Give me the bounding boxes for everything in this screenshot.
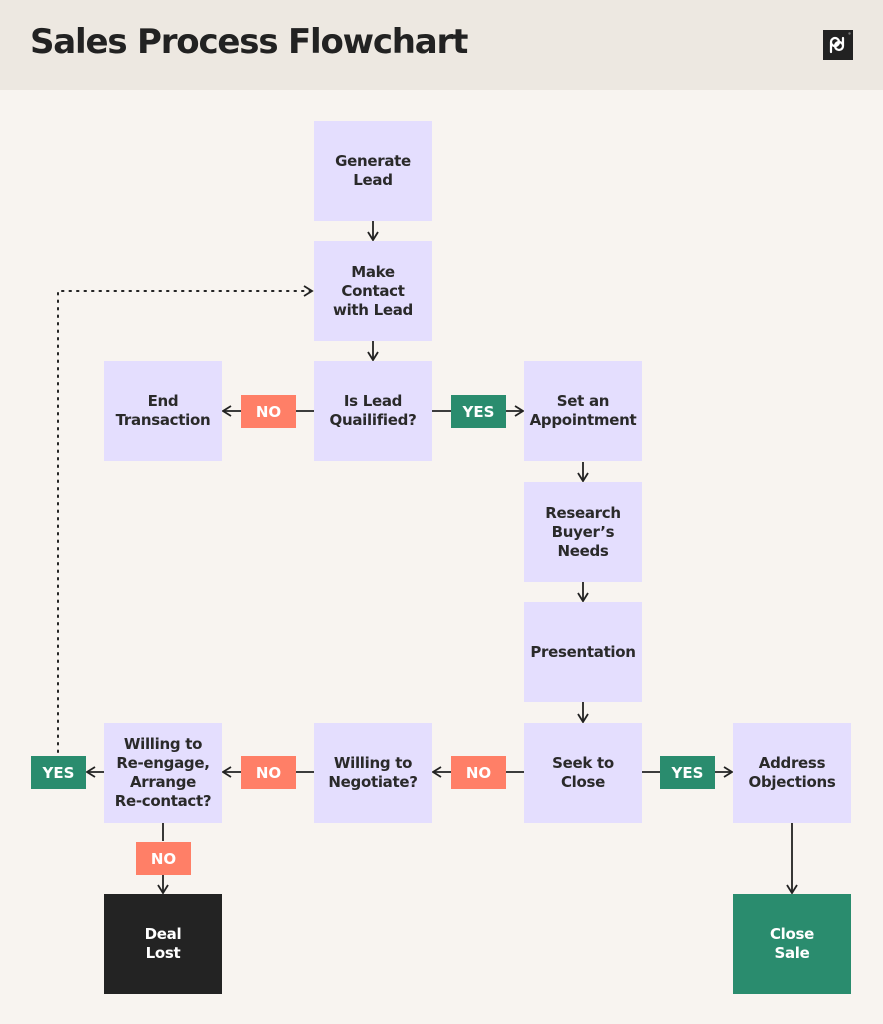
node-deal-lost: Deal Lost xyxy=(104,894,222,994)
node-is-lead-qualified: Is Lead Quailified? xyxy=(314,361,432,461)
node-presentation: Presentation xyxy=(524,602,642,702)
badge-reengage-no: NO xyxy=(136,842,191,875)
node-make-contact: Make Contact with Lead xyxy=(314,241,432,341)
node-address-objections: Address Objections xyxy=(733,723,851,823)
badge-close-yes: YES xyxy=(660,756,715,789)
badge-close-no: NO xyxy=(451,756,506,789)
node-end-transaction: End Transaction xyxy=(104,361,222,461)
node-willing-to-negotiate: Willing to Negotiate? xyxy=(314,723,432,823)
badge-qualified-no: NO xyxy=(241,395,296,428)
node-generate-lead: Generate Lead xyxy=(314,121,432,221)
node-close-sale: Close Sale xyxy=(733,894,851,994)
badge-qualified-yes: YES xyxy=(451,395,506,428)
connectors xyxy=(57,221,798,895)
node-seek-to-close: Seek to Close xyxy=(524,723,642,823)
node-willing-to-reengage: Willing to Re-engage, Arrange Re-contact… xyxy=(104,723,222,823)
badge-reengage-yes: YES xyxy=(31,756,86,789)
node-research-needs: Research Buyer’s Needs xyxy=(524,482,642,582)
node-set-appointment: Set an Appointment xyxy=(524,361,642,461)
badge-negotiate-no: NO xyxy=(241,756,296,789)
